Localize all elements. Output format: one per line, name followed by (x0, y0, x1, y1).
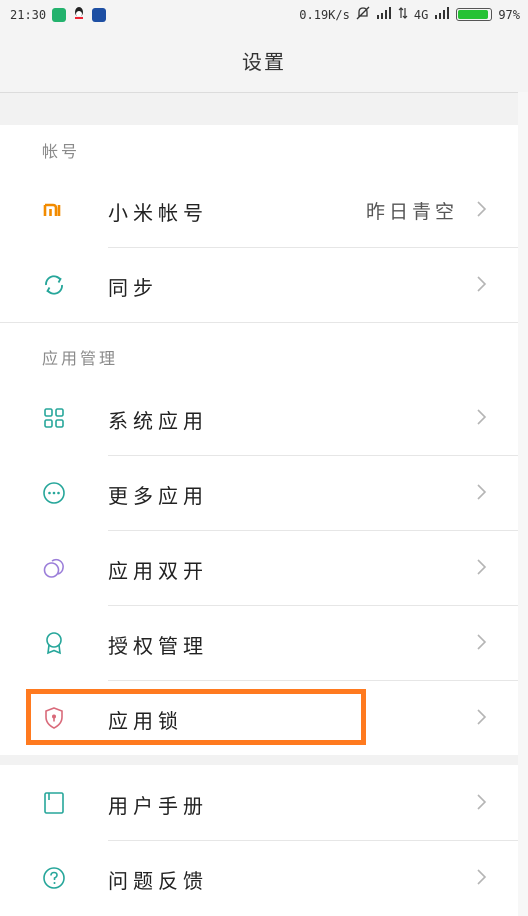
section-gap (0, 755, 528, 765)
section-label-app-management: 应用管理 (42, 349, 119, 368)
section-gap (0, 322, 528, 323)
chevron-right-icon (472, 558, 490, 576)
settings-item-label: 授权管理 (108, 634, 208, 658)
chevron-right-icon (472, 708, 490, 726)
highlight-annotation-box (26, 689, 366, 745)
chevron-right-icon (472, 408, 490, 426)
book-icon (42, 791, 66, 815)
mi-logo-icon (42, 198, 66, 222)
settings-item-label: 小米帐号 (108, 201, 208, 225)
dual-app-icon (42, 556, 66, 580)
settings-item-sync[interactable]: 同步 (0, 247, 518, 322)
signal-icon (376, 7, 392, 22)
mute-icon (356, 6, 370, 23)
title-bar: 设置 (0, 28, 528, 93)
signal-icon-2 (434, 7, 450, 22)
clock: 21:30 (10, 7, 47, 22)
grid-apps-icon (42, 406, 66, 430)
section-label-account: 帐号 (42, 142, 81, 161)
chevron-right-icon (472, 793, 490, 811)
right-edge (518, 92, 528, 916)
settings-item-more-apps[interactable]: 更多应用 (0, 455, 518, 530)
settings-item-dual-apps[interactable]: 应用双开 (0, 530, 518, 605)
page-title: 设置 (242, 50, 286, 74)
settings-item-user-manual[interactable]: 用户手册 (0, 765, 518, 840)
section-gap (0, 93, 528, 125)
status-bar: 21:30 0.19K/s 4G 97% (0, 0, 528, 28)
chevron-right-icon (472, 483, 490, 501)
chevron-right-icon (472, 200, 490, 218)
battery-text: 97% (498, 7, 520, 22)
status-right: 0.19K/s 4G 97% (299, 6, 520, 23)
settings-item-permissions[interactable]: 授权管理 (0, 605, 518, 680)
settings-item-mi-account[interactable]: 小米帐号 昨日青空 (0, 172, 518, 247)
settings-item-label: 应用双开 (108, 559, 208, 583)
account-name-value: 昨日青空 (365, 201, 458, 223)
chevron-right-icon (472, 275, 490, 293)
settings-item-label: 更多应用 (108, 484, 208, 508)
settings-item-label: 系统应用 (108, 409, 208, 433)
notification-app-icon (52, 7, 67, 22)
chevron-right-icon (472, 633, 490, 651)
more-dots-icon (42, 481, 66, 505)
badge-icon (42, 631, 66, 655)
qq-icon (72, 6, 86, 23)
battery-icon (456, 8, 493, 21)
status-left: 21:30 (10, 6, 107, 23)
help-icon (42, 866, 66, 890)
settings-item-feedback[interactable]: 问题反馈 (0, 840, 518, 915)
sync-icon (42, 273, 66, 297)
settings-item-label: 问题反馈 (108, 869, 208, 893)
chevron-right-icon (472, 868, 490, 886)
speed-text: 0.19K/s (299, 7, 350, 22)
settings-item-system-apps[interactable]: 系统应用 (0, 380, 518, 455)
settings-item-label: 用户手册 (108, 794, 208, 818)
settings-item-label: 同步 (108, 276, 158, 300)
network-type: 4G (413, 7, 429, 22)
data-arrows-icon (398, 7, 408, 22)
app-icon (92, 7, 107, 22)
